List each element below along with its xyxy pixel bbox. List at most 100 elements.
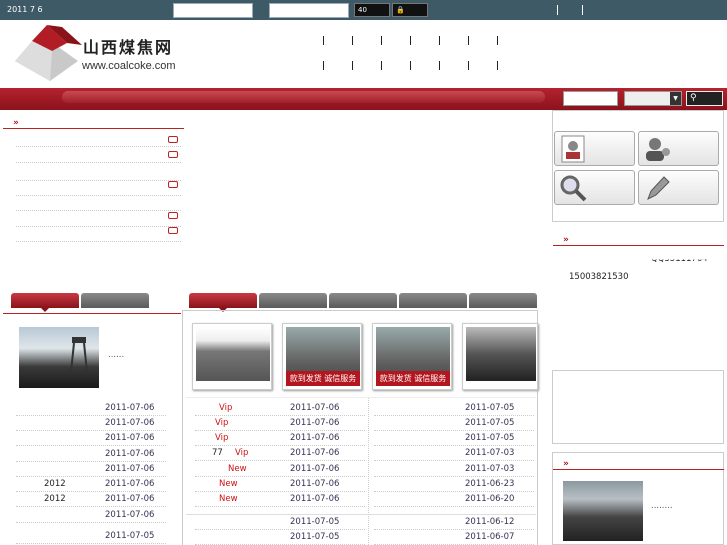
list-item-year: 2012 [44,494,66,504]
list-item-tag[interactable]: New [228,464,247,474]
chevron-icon: » [13,118,19,128]
divider [582,5,583,15]
tab-left-2[interactable] [81,293,149,308]
list-item-date: 2011-07-05 [290,532,340,542]
list-item-date: 2011-06-12 [465,517,515,527]
list-item-tag[interactable]: New [219,479,238,489]
ad-box [552,370,724,444]
logo-name[interactable]: 山西煤焦网 [83,34,173,58]
register-member-button[interactable] [638,131,719,166]
nav-divider [497,36,498,45]
search-input[interactable] [563,91,618,106]
list-item-date: 2011-07-05 [465,403,515,413]
list-item-tag[interactable]: New [219,494,238,504]
list-item-date: 2011-07-06 [290,433,340,443]
member-panel [552,110,724,222]
nav-divider [468,61,469,70]
list-item-date: 2011-07-05 [105,531,155,541]
list-item-date: 2011-07-06 [105,403,155,413]
tab-mid-1[interactable] [189,293,257,312]
tab-mid-4[interactable] [399,293,467,308]
photo-panel-title: » [553,458,724,470]
register-button[interactable]: 🔒 [392,3,428,17]
member-center-button[interactable] [554,131,635,166]
panel-border [182,310,538,311]
product-card[interactable]: 款到发货 诚信服务 [282,323,362,390]
list-item-date: 2011-07-06 [290,418,340,428]
pencil-icon [647,176,670,201]
list-item-date: 2011-07-06 [105,418,155,428]
divider [186,397,536,398]
tab-left-1[interactable] [11,293,79,312]
photo-caption-dots: ........ [651,501,673,511]
new-badge-icon [168,212,178,219]
notice-panel-title: » [3,117,184,129]
new-badge-icon [168,151,178,158]
nav-divider [439,61,440,70]
new-badge-icon [168,136,178,143]
list-item-date: 2011-07-05 [290,517,340,527]
product-card[interactable] [462,323,538,390]
tab-underline [3,313,181,314]
tab-mid-3[interactable] [329,293,397,308]
list-item-date: 2011-07-06 [290,403,340,413]
nav-divider [352,36,353,45]
new-badge-icon [168,181,178,188]
list-item-date: 2011-07-06 [105,464,155,474]
product-card[interactable] [192,323,272,390]
nav-divider [323,61,324,70]
list-item-date: 2011-07-06 [105,433,155,443]
card-slogan: 款到发货 诚信服务 [286,371,360,386]
search-button[interactable]: ⚲ [686,91,723,106]
column-divider [368,398,369,545]
list-item-date: 2011-07-06 [290,494,340,504]
list-item-tag[interactable]: Vip [219,403,232,413]
list-item-prefix: 77 [212,448,223,458]
nav-divider [352,61,353,70]
magnifier-icon [560,175,587,202]
list-item-date: 2011-07-06 [290,464,340,474]
product-card[interactable]: 款到发货 诚信服务 [372,323,452,390]
current-date: 2011 7 6 [7,5,43,14]
nav-divider [468,36,469,45]
list-item-date: 2011-06-07 [465,532,515,542]
list-item-date: 2011-07-03 [465,448,515,458]
username-input[interactable] [173,3,253,18]
contact-panel-title: » [553,234,724,246]
password-input[interactable] [269,3,349,18]
coal-yard-photo[interactable] [563,481,643,541]
list-item-date: 2011-07-06 [290,479,340,489]
tab-mid-2[interactable] [259,293,327,308]
search-supply-button[interactable] [554,170,635,205]
card-slogan: 款到发货 诚信服务 [376,371,450,386]
photo-caption-dots: ...... [108,350,125,360]
list-item-date: 2011-07-06 [105,479,155,489]
list-item-date: 2011-06-20 [465,494,515,504]
id-card-icon [561,135,585,163]
list-item-date: 2011-07-06 [290,448,340,458]
nav-divider [381,61,382,70]
phone-number: 15003821530 [569,272,629,282]
list-item-date: 2011-07-06 [105,510,155,520]
publish-info-button[interactable] [638,170,719,205]
list-item-year: 2012 [44,479,66,489]
category-select[interactable]: ▼ [624,91,682,106]
tower-photo[interactable] [19,327,99,388]
tower-icon [70,337,88,373]
logo-mark-icon [15,25,82,81]
search-icon: ⚲ [690,93,697,103]
list-item-tag[interactable]: Vip [215,433,228,443]
list-item-date: 2011-07-05 [465,433,515,443]
divider [557,5,558,15]
new-badge-icon [168,227,178,234]
qq-number: QQ35111764 [651,254,708,265]
list-item-tag[interactable]: Vip [215,418,228,428]
logo-url: www.coalcoke.com [82,60,176,72]
divider [186,514,536,515]
tab-mid-5[interactable] [469,293,537,308]
chevron-icon: » [563,235,569,245]
list-item-date: 2011-07-06 [105,449,155,459]
list-item-tag[interactable]: Vip [235,448,248,458]
nav-divider [381,36,382,45]
login-button[interactable]: 40 [354,3,390,17]
